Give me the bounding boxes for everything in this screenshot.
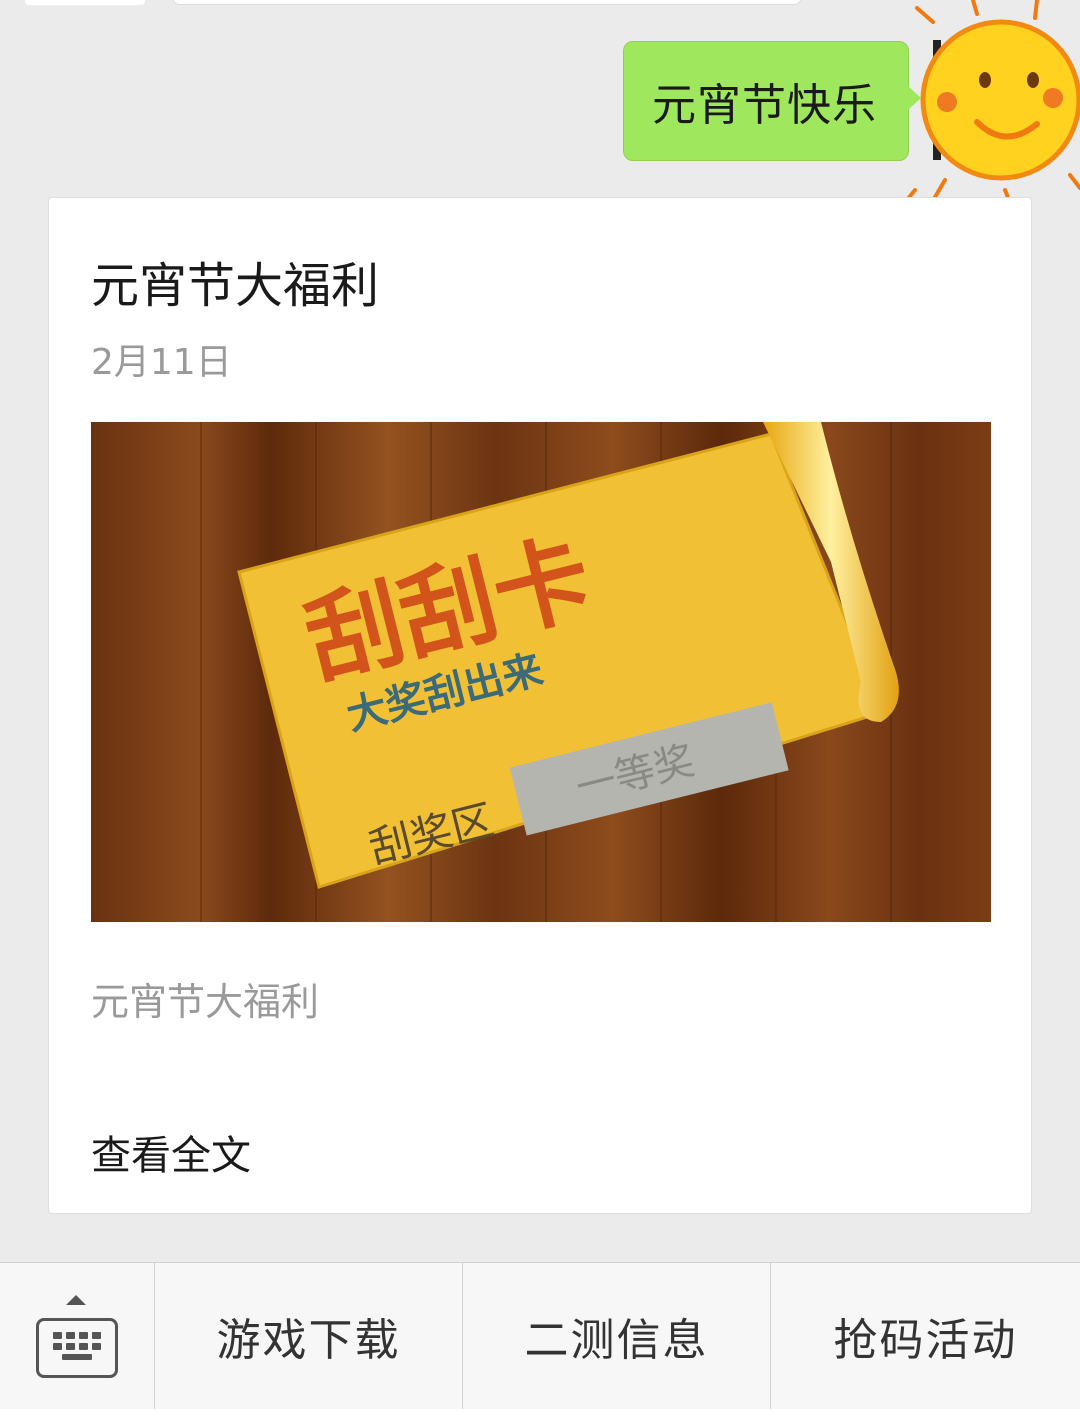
keyboard-toggle-button[interactable] (0, 1263, 155, 1409)
article-date: 2月11日 (91, 342, 232, 383)
previous-message-fragment (172, 0, 802, 5)
chat-screen: 元宵节快乐 元宵节大福利 2月11日 刮刮卡 大奖刮出来 刮奖区 一等奖 元宵节… (0, 0, 1080, 1409)
previous-message-fragment (25, 0, 145, 5)
article-summary: 元宵节大福利 (91, 980, 320, 1024)
article-card[interactable]: 元宵节大福利 2月11日 刮刮卡 大奖刮出来 刮奖区 一等奖 元宵节大福利 查看… (48, 197, 1032, 1214)
article-title: 元宵节大福利 (91, 258, 380, 314)
official-account-menu: 游戏下载 二测信息 抢码活动 (0, 1262, 1080, 1409)
menu-item-beta-info[interactable]: 二测信息 (463, 1263, 771, 1409)
scratch-card-illustration: 刮刮卡 大奖刮出来 刮奖区 一等奖 (91, 422, 991, 922)
read-full-article-link[interactable]: 查看全文 (91, 1123, 251, 1181)
outgoing-message-bubble[interactable]: 元宵节快乐 (623, 41, 921, 161)
user-avatar-sun-icon[interactable] (905, 0, 1080, 225)
keyboard-icon (36, 1318, 118, 1378)
article-cover-image[interactable]: 刮刮卡 大奖刮出来 刮奖区 一等奖 (91, 422, 991, 922)
menu-item-code-grab-event[interactable]: 抢码活动 (771, 1263, 1080, 1409)
caret-up-icon (66, 1295, 86, 1305)
outgoing-message-text: 元宵节快乐 (652, 80, 877, 131)
menu-item-game-download[interactable]: 游戏下载 (155, 1263, 463, 1409)
